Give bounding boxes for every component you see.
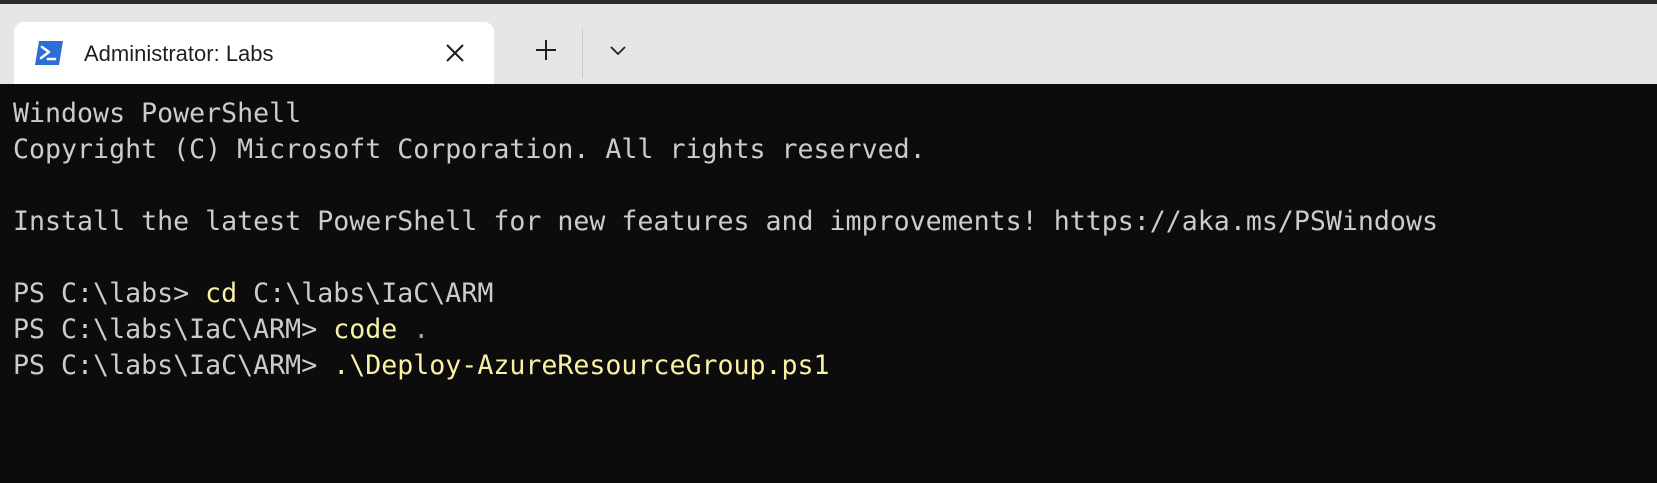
new-tab-button[interactable]	[528, 30, 564, 70]
command: code	[333, 314, 398, 345]
tab-dropdown-button[interactable]	[600, 30, 636, 70]
terminal-output[interactable]: Windows PowerShell Copyright (C) Microso…	[0, 84, 1657, 483]
prompt: PS C:\labs\IaC\ARM>	[13, 350, 334, 381]
title-bar: Administrator: Labs	[0, 0, 1657, 84]
toolbar-divider	[582, 28, 583, 78]
plus-icon	[536, 40, 556, 60]
terminal-window: Administrator: Labs Windows PowerShell C…	[0, 0, 1657, 483]
command-line-1: PS C:\labs> cd C:\labs\IaC\ARM	[13, 276, 493, 312]
powershell-icon	[34, 40, 64, 66]
close-icon[interactable]	[438, 36, 472, 70]
banner-line-2: Copyright (C) Microsoft Corporation. All…	[13, 134, 926, 165]
tab-title: Administrator: Labs	[84, 41, 274, 66]
command-line-2: PS C:\labs\IaC\ARM> code .	[13, 312, 429, 348]
command-line-3: PS C:\labs\IaC\ARM> .\Deploy-AzureResour…	[13, 348, 830, 384]
chevron-down-icon	[610, 46, 626, 55]
banner-line-1: Windows PowerShell	[13, 98, 302, 129]
top-strip	[0, 0, 1657, 4]
command-args: .	[397, 314, 430, 345]
install-message: Install the latest PowerShell for new fe…	[13, 206, 1438, 237]
command: .\Deploy-AzureResourceGroup.ps1	[333, 350, 830, 381]
command-args: C:\labs\IaC\ARM	[237, 278, 494, 309]
command: cd	[205, 278, 238, 309]
tab-administrator-labs[interactable]: Administrator: Labs	[14, 22, 494, 84]
prompt: PS C:\labs>	[13, 278, 206, 309]
prompt: PS C:\labs\IaC\ARM>	[13, 314, 334, 345]
